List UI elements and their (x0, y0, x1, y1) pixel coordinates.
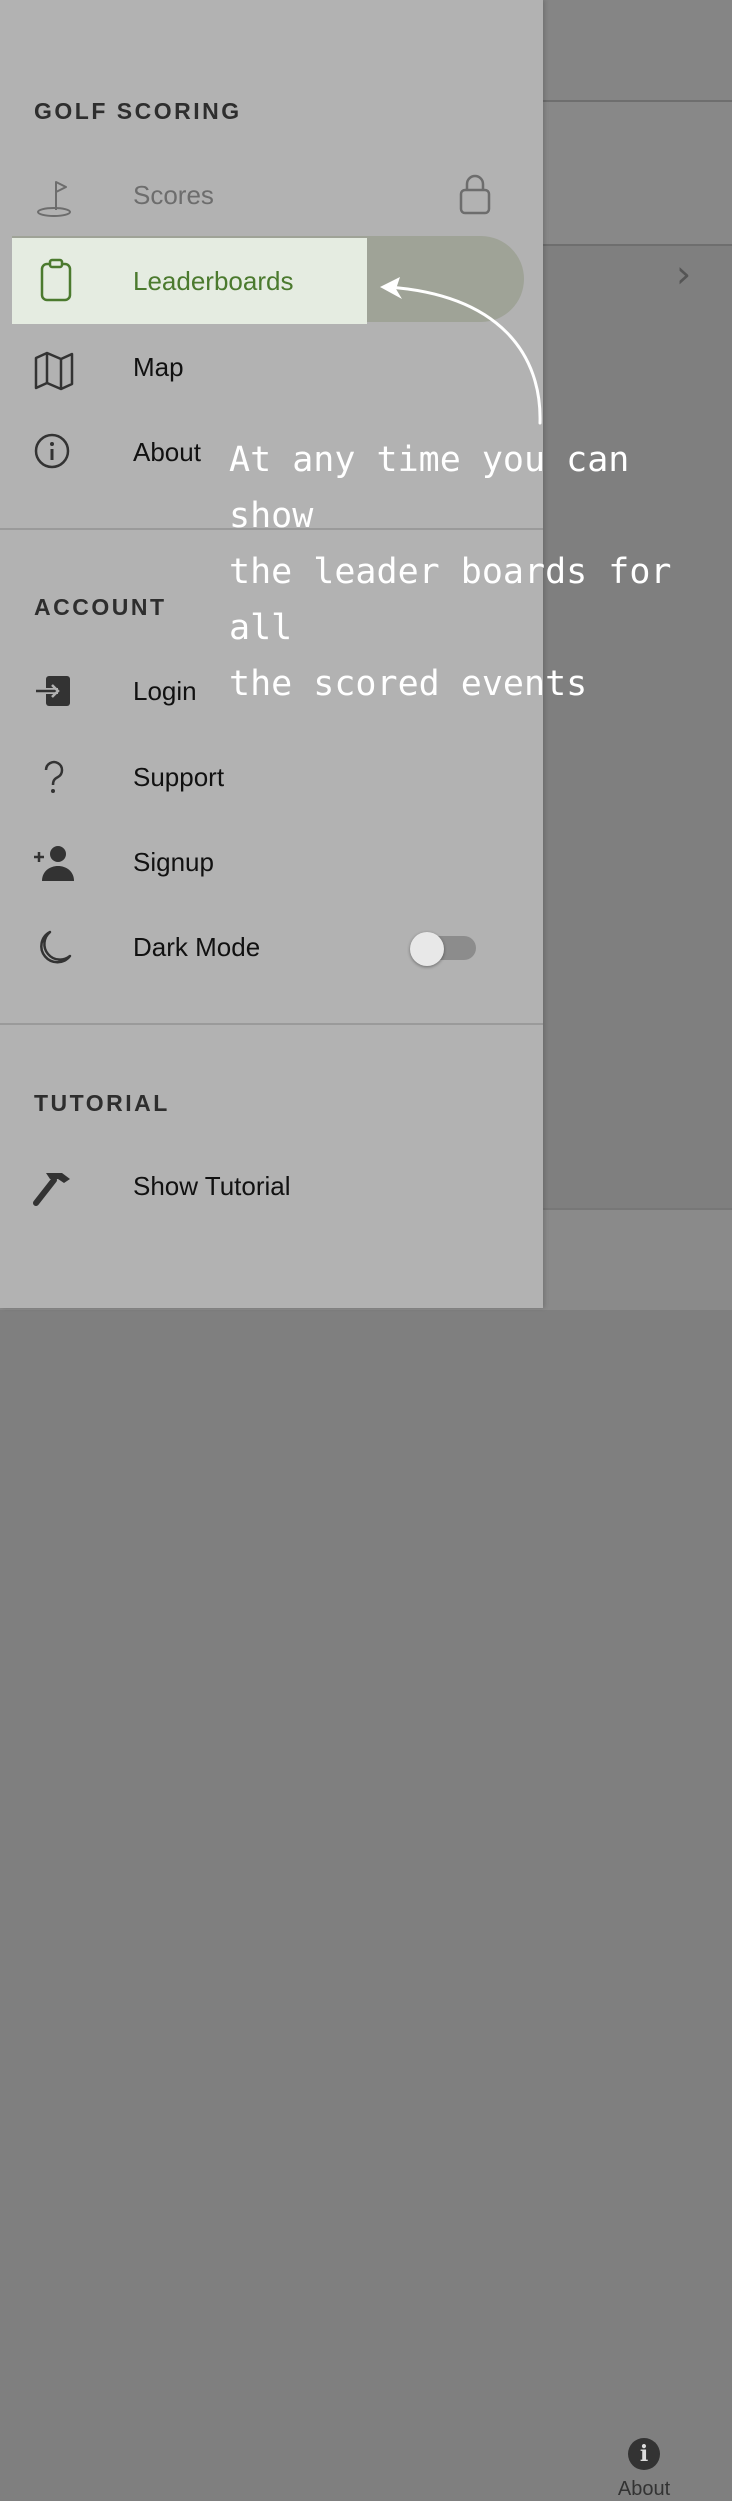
callout-line: the scored events (229, 664, 588, 704)
menu-item-label: Dark Mode (133, 932, 261, 962)
tab-about-label: About (617, 2478, 671, 2500)
section-title-tutorial: TUTORIAL (34, 1090, 170, 1116)
tutorial-callout: At any time you can show the leader boar… (229, 432, 729, 712)
menu-item-label: Scores (133, 180, 214, 210)
chevron-right-icon: › (676, 252, 692, 296)
menu-item-label: Login (133, 676, 197, 706)
flag-icon (37, 181, 71, 217)
menu-item-label: Leaderboards (133, 266, 294, 296)
menu-item-label: Signup (133, 847, 214, 877)
section-title-golf-scoring: GOLF SCORING (34, 98, 242, 124)
help-icon (44, 760, 64, 793)
moon-icon (40, 930, 72, 964)
menu-item-signup[interactable]: Signup (0, 823, 543, 903)
menu-item-label: Map (133, 352, 184, 382)
section-title-account: ACCOUNT (34, 594, 167, 620)
lock-icon (459, 174, 491, 215)
tutorial-arrow (380, 277, 542, 425)
menu-item-label: Show Tutorial (133, 1171, 291, 1201)
menu-item-support[interactable]: Support (0, 738, 543, 818)
dark-mode-toggle[interactable] (410, 932, 476, 966)
info-icon (34, 433, 70, 469)
add-person-icon (34, 846, 74, 881)
hammer-icon (33, 1173, 70, 1206)
clipboard-icon (40, 258, 72, 302)
menu-item-show-tutorial[interactable]: Show Tutorial (0, 1147, 543, 1227)
info-icon: i (628, 2438, 660, 2470)
map-icon (34, 351, 74, 391)
toggle-knob (410, 932, 444, 966)
callout-line: the leader boards for all (229, 552, 672, 648)
login-icon (36, 676, 70, 706)
callout-line: At any time you can show (229, 440, 630, 536)
tab-about[interactable]: i About (586, 2438, 702, 2501)
divider (0, 1023, 543, 1025)
menu-item-label: About (133, 437, 201, 467)
menu-item-label: Support (133, 762, 225, 792)
